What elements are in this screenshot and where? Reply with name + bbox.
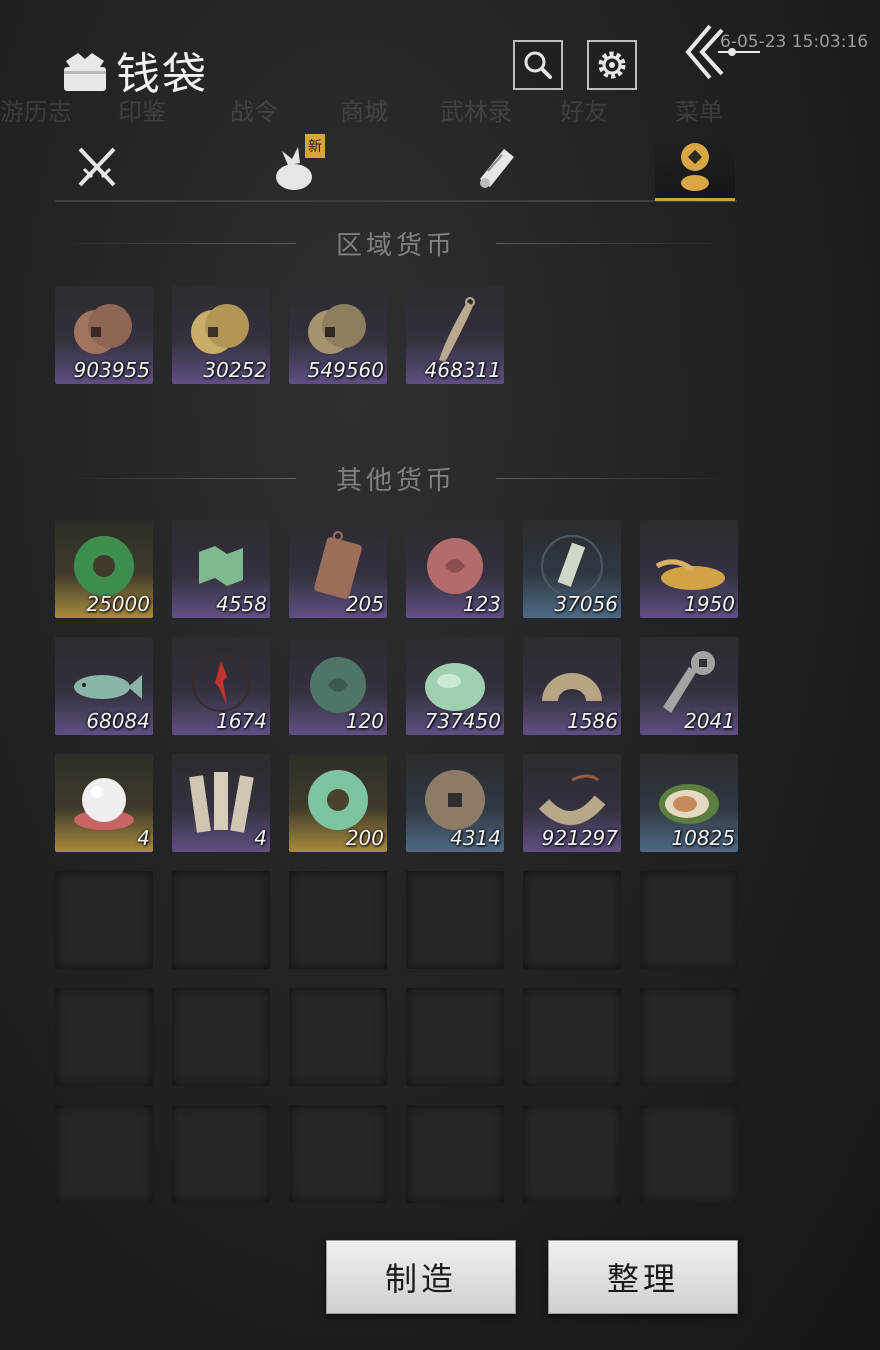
currency-slot[interactable]: 4558 — [172, 520, 270, 618]
currency-slot[interactable]: 205 — [289, 520, 387, 618]
currency-slot[interactable]: 4314 — [406, 754, 504, 852]
currency-slot[interactable]: 30252 — [172, 286, 270, 384]
item-count: 921297 — [541, 826, 618, 850]
item-count: 205 — [345, 592, 384, 616]
gear-icon — [598, 51, 626, 79]
item-count: 200 — [345, 826, 384, 850]
tab-scrolls[interactable] — [455, 134, 535, 198]
item-count: 68084 — [86, 709, 150, 733]
section-header-other: 其他货币 — [55, 460, 738, 496]
item-count: 25000 — [86, 592, 150, 616]
currency-slot[interactable]: 37056 — [523, 520, 621, 618]
item-count: 4314 — [450, 826, 501, 850]
empty-slot — [640, 1105, 738, 1203]
item-count: 1950 — [684, 592, 735, 616]
item-count: 10825 — [671, 826, 735, 850]
empty-slot — [640, 988, 738, 1086]
item-count: 1586 — [567, 709, 618, 733]
tab-weapons[interactable] — [57, 134, 137, 198]
regional-currency-grid: 903955 30252 549560 468311 — [55, 286, 738, 384]
currency-slot[interactable]: 1586 — [523, 637, 621, 735]
item-count: 120 — [345, 709, 384, 733]
empty-slot — [523, 988, 621, 1086]
item-count: 30252 — [203, 358, 267, 382]
back-button[interactable] — [680, 20, 760, 84]
item-count: 903955 — [73, 358, 150, 382]
item-count: 468311 — [424, 358, 501, 382]
empty-slot — [289, 988, 387, 1086]
item-count: 4558 — [216, 592, 267, 616]
currency-slot[interactable]: 68084 — [55, 637, 153, 735]
pearl-icon — [74, 778, 134, 830]
divider — [55, 242, 296, 244]
category-tabs — [55, 130, 737, 202]
item-count: 1674 — [216, 709, 267, 733]
paper-slips-icon — [189, 772, 254, 833]
currency-slot[interactable]: 123 — [406, 520, 504, 618]
item-count: 123 — [462, 592, 501, 616]
currency-slot[interactable]: 737450 — [406, 637, 504, 735]
currency-slot[interactable]: 549560 — [289, 286, 387, 384]
other-currency-grid: 25000 4558 205 123 37056 1950 68084 1674 120 7374… — [55, 520, 738, 1203]
empty-slot — [289, 1105, 387, 1203]
empty-slot — [172, 1105, 270, 1203]
empty-slot — [406, 988, 504, 1086]
empty-slot — [172, 988, 270, 1086]
new-badge: 新 — [305, 134, 325, 158]
bg-label: 好友 — [560, 98, 608, 126]
section-header-regional: 区域货币 — [55, 225, 738, 261]
currency-slot[interactable]: 120 — [289, 637, 387, 735]
item-count: 4 — [137, 826, 150, 850]
currency-slot[interactable]: 4 — [55, 754, 153, 852]
tab-currency[interactable] — [655, 134, 735, 201]
currency-slot[interactable]: 921297 — [523, 754, 621, 852]
craft-button[interactable]: 制造 — [326, 1240, 516, 1314]
page-title: 钱袋 — [116, 49, 208, 100]
currency-slot[interactable]: 468311 — [406, 286, 504, 384]
currency-slot[interactable]: 1950 — [640, 520, 738, 618]
sort-button[interactable]: 整理 — [548, 1240, 738, 1314]
currency-slot[interactable]: 2041 — [640, 637, 738, 735]
empty-slot — [289, 871, 387, 969]
currency-slot[interactable]: 10825 — [640, 754, 738, 852]
search-icon — [524, 51, 552, 79]
coin-stack-icon — [681, 143, 709, 191]
bg-label: 战令 — [230, 98, 278, 126]
empty-slot — [55, 988, 153, 1086]
currency-slot[interactable]: 25000 — [55, 520, 153, 618]
settings-button[interactable] — [587, 40, 637, 90]
item-count: 4 — [254, 826, 267, 850]
search-button[interactable] — [513, 40, 563, 90]
bg-label: 武林录 — [440, 98, 512, 126]
empty-slot — [523, 871, 621, 969]
divider — [496, 477, 738, 479]
currency-slot[interactable]: 4 — [172, 754, 270, 852]
divider — [55, 477, 296, 479]
bg-label: 商城 — [340, 98, 388, 126]
back-arrow-icon — [685, 24, 760, 80]
currency-slot[interactable]: 200 — [289, 754, 387, 852]
currency-slot[interactable]: 1674 — [172, 637, 270, 735]
bg-label: 菜单 — [675, 98, 723, 126]
page-header: 钱袋 — [60, 38, 208, 102]
currency-slot[interactable]: 903955 — [55, 286, 153, 384]
item-count: 737450 — [424, 709, 501, 733]
item-count: 549560 — [307, 358, 384, 382]
empty-slot — [172, 871, 270, 969]
crossed-swords-icon — [78, 147, 116, 187]
empty-slot — [55, 1105, 153, 1203]
empty-slot — [406, 1105, 504, 1203]
item-count: 37056 — [554, 592, 618, 616]
section-title: 区域货币 — [336, 230, 457, 261]
empty-slot — [406, 871, 504, 969]
scroll-icon — [480, 149, 514, 188]
empty-slot — [523, 1105, 621, 1203]
divider — [496, 242, 738, 244]
section-title: 其他货币 — [336, 465, 457, 496]
item-count: 2041 — [684, 709, 735, 733]
empty-slot — [640, 871, 738, 969]
empty-slot — [55, 871, 153, 969]
money-bag-icon — [64, 53, 106, 91]
